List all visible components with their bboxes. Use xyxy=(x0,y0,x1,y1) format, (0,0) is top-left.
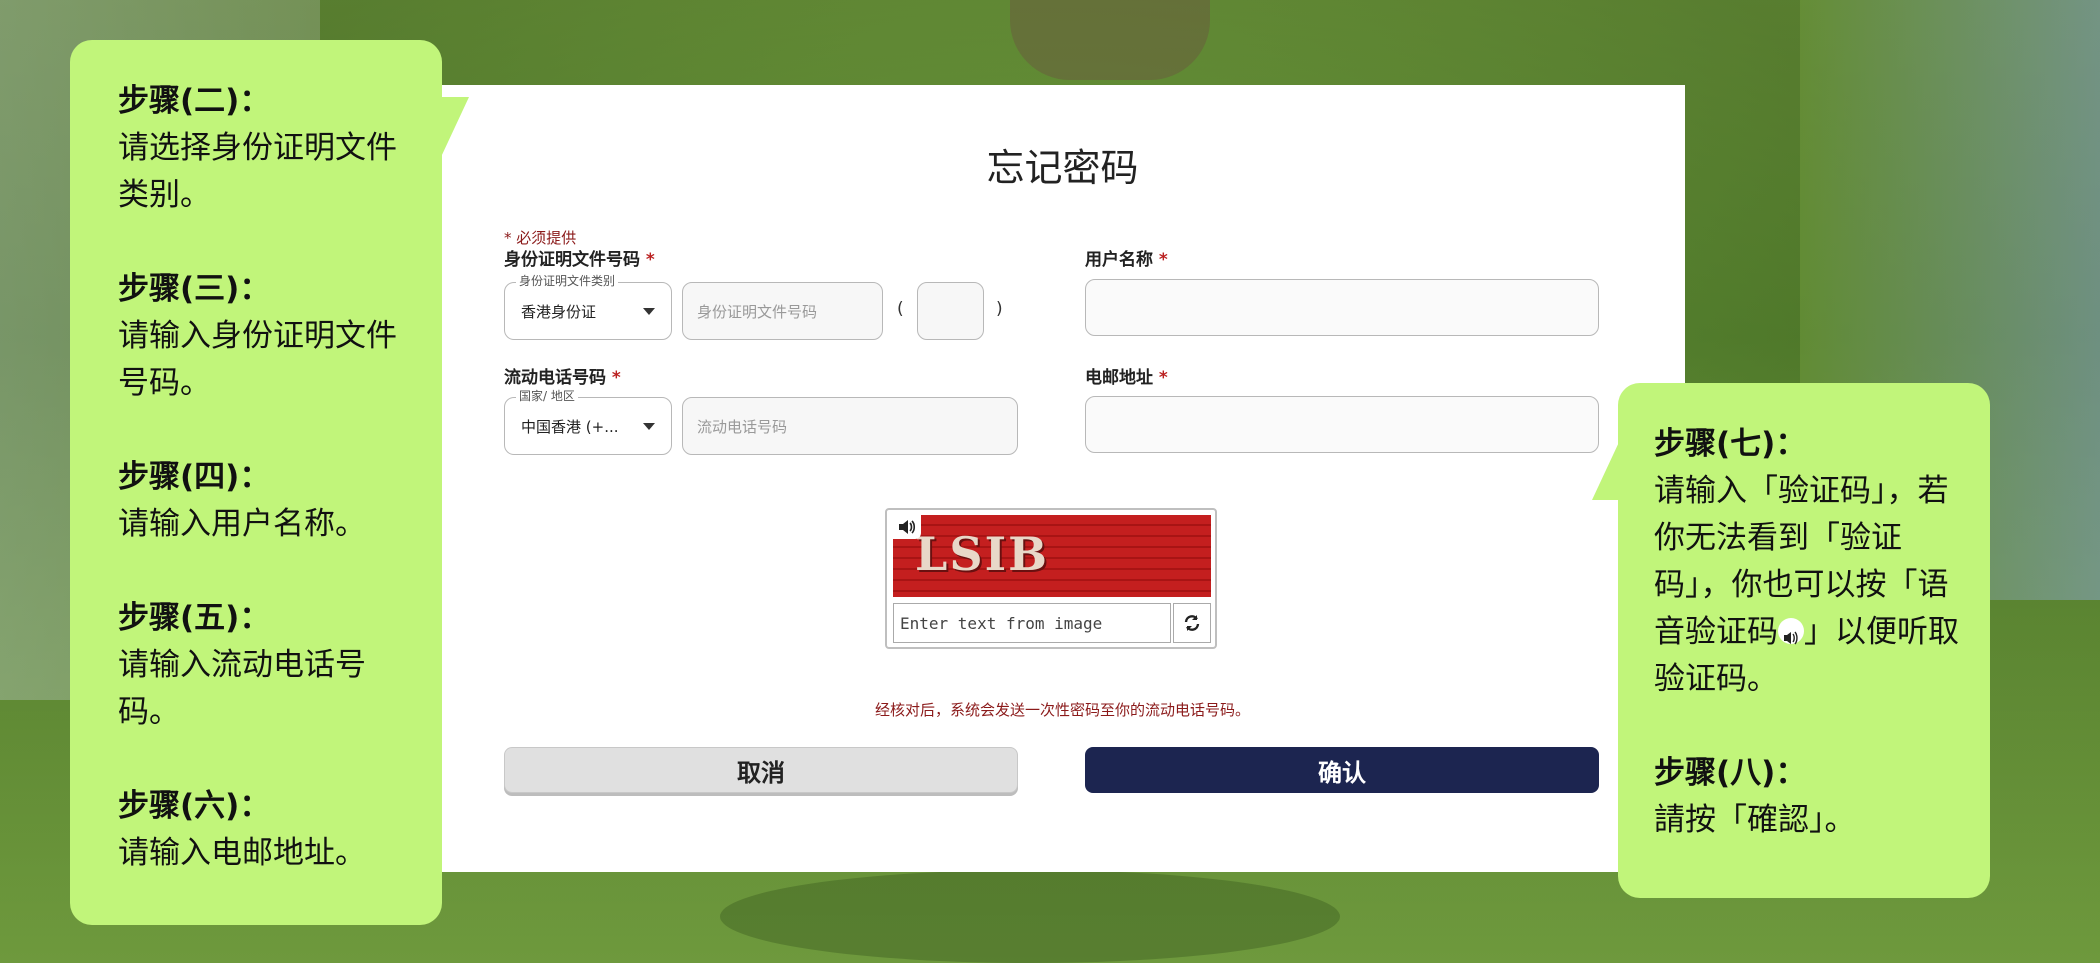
check-digit-input[interactable] xyxy=(917,282,984,340)
instruction-bubble-right: 步骤(七)： 请输入「验证码」，若你无法看到「验证码」，你也可以按「语音验证码」… xyxy=(1618,383,1990,898)
email-label: 电邮地址 * xyxy=(1085,368,1168,388)
instruction-step: 步骤(七)： 请输入「验证码」，若你无法看到「验证码」，你也可以按「语音验证码」… xyxy=(1654,426,1959,697)
instruction-step: 步骤(八)： 請按「確認」。 xyxy=(1654,755,1856,838)
instruction-step: 步骤(五)： 请输入流动电话号码。 xyxy=(118,600,366,730)
confirm-button[interactable]: 确认 xyxy=(1085,747,1599,793)
bubble-tail xyxy=(1592,440,1620,500)
id-number-label: 身份证明文件号码 * xyxy=(504,250,655,270)
speaker-icon[interactable] xyxy=(893,515,921,539)
page-title: 忘记密码 xyxy=(986,146,1139,190)
instruction-bubble-left: 步骤(二)： 请选择身份证明文件类别。 步骤(三)： 请输入身份证明文件号码。 … xyxy=(70,40,442,925)
region-select[interactable]: 中国香港 (+... xyxy=(504,397,672,455)
username-input[interactable] xyxy=(1085,279,1599,336)
cancel-button[interactable]: 取消 xyxy=(504,747,1018,793)
username-label: 用户名称 * xyxy=(1085,250,1168,270)
mobile-input[interactable]: 流动电话号码 xyxy=(682,397,1018,455)
region-legend: 国家/ 地区 xyxy=(516,387,578,404)
check-digit-close-paren: ) xyxy=(996,299,1003,319)
mobile-label: 流动电话号码 * xyxy=(504,368,621,388)
check-digit-open-paren: ( xyxy=(897,299,904,319)
email-input[interactable] xyxy=(1085,396,1599,453)
speaker-icon xyxy=(1778,617,1804,644)
instruction-step: 步骤(六)： 请输入电邮地址。 xyxy=(118,788,366,871)
forgot-password-form: 忘记密码 * 必须提供 身份证明文件号码 * 香港身份证 身份证明文件类别 身份… xyxy=(440,85,1685,872)
captcha-input[interactable]: Enter text from image xyxy=(893,603,1171,643)
otp-notice: 经核对后，系统会发送一次性密码至你的流动电话号码。 xyxy=(874,701,1250,719)
captcha-widget: LSIB Enter text from image xyxy=(885,508,1217,649)
instruction-step: 步骤(二)： 请选择身份证明文件类别。 xyxy=(118,83,397,213)
instruction-step: 步骤(三)： 请输入身份证明文件号码。 xyxy=(118,271,397,401)
chevron-down-icon xyxy=(643,307,655,315)
id-number-input[interactable]: 身份证明文件号码 xyxy=(682,282,883,340)
instruction-step: 步骤(四)： 请输入用户名称。 xyxy=(118,459,366,542)
refresh-icon[interactable] xyxy=(1173,603,1211,643)
chevron-down-icon xyxy=(643,422,655,430)
id-type-legend: 身份证明文件类别 xyxy=(516,272,619,289)
captcha-image: LSIB xyxy=(893,515,1211,597)
id-type-select[interactable]: 香港身份证 xyxy=(504,282,672,340)
bubble-tail xyxy=(441,97,469,157)
